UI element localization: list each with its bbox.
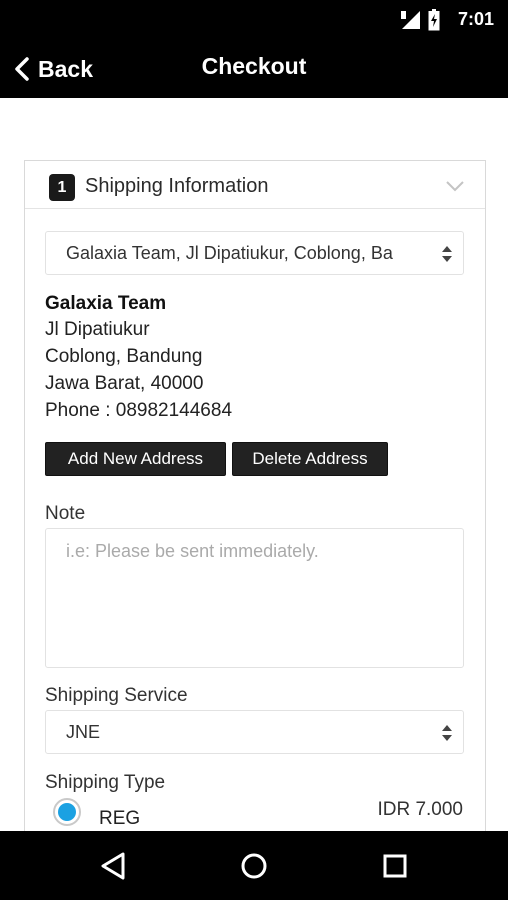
step-badge: 1 — [49, 174, 75, 201]
note-placeholder: i.e: Please be sent immediately. — [66, 541, 319, 561]
shipping-service-value: JNE — [66, 722, 101, 742]
add-address-button[interactable]: Add New Address — [45, 442, 226, 476]
address-name: Galaxia Team — [45, 293, 167, 314]
battery-icon — [428, 9, 440, 31]
home-circle-icon[interactable] — [237, 849, 271, 883]
select-arrows-icon — [442, 246, 452, 262]
shipping-type-radio[interactable] — [53, 798, 81, 826]
shipping-card: 1 Shipping Information Galaxia Team, Jl … — [24, 160, 486, 860]
address-phone: Phone : 08982144684 — [45, 400, 233, 421]
note-textarea[interactable]: i.e: Please be sent immediately. — [45, 528, 464, 668]
system-nav-bar — [0, 831, 508, 900]
shipping-service-select[interactable]: JNE — [45, 710, 464, 754]
chevron-down-icon[interactable] — [445, 179, 465, 193]
address-region: Jawa Barat, 40000 — [45, 373, 204, 394]
app-header: 7:01 Back Checkout — [0, 0, 508, 98]
shipping-type-label: Shipping Type — [45, 772, 166, 793]
shipping-service-label: Shipping Service — [45, 685, 188, 706]
page-title: Checkout — [201, 53, 307, 79]
address-select-value: Galaxia Team, Jl Dipatiukur, Coblong, Ba — [66, 243, 393, 263]
status-time: 7:01 — [457, 9, 494, 29]
shipping-type-price: IDR 7.000 — [377, 799, 463, 820]
section-title: Shipping Information — [85, 175, 269, 197]
status-bar: 7:01 — [0, 0, 508, 40]
address-street: Jl Dipatiukur — [45, 319, 150, 340]
shipping-section-header[interactable]: 1 Shipping Information — [25, 161, 485, 209]
address-select[interactable]: Galaxia Team, Jl Dipatiukur, Coblong, Ba — [45, 231, 464, 275]
delete-address-button[interactable]: Delete Address — [232, 442, 388, 476]
address-district: Coblong, Bandung — [45, 346, 203, 367]
radio-selected-dot — [58, 803, 76, 821]
select-arrows-icon — [442, 725, 452, 741]
back-triangle-icon[interactable] — [97, 849, 131, 883]
shipping-type-option: REG — [99, 808, 141, 829]
signal-icon — [401, 11, 420, 29]
recents-square-icon[interactable] — [378, 849, 412, 883]
note-label: Note — [45, 503, 86, 524]
